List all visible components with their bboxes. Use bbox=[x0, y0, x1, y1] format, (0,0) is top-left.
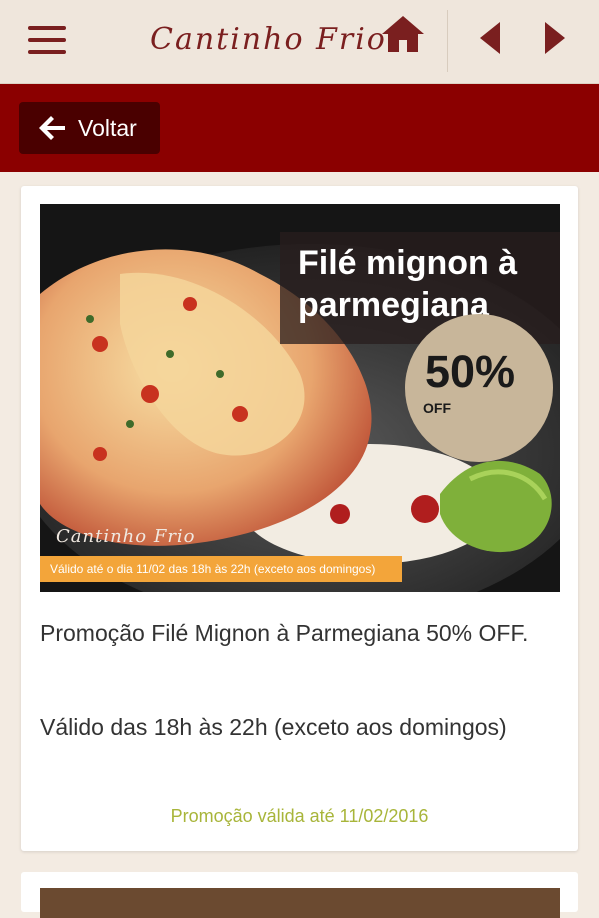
discount-suffix: OFF bbox=[423, 400, 451, 416]
discount-percent: 50% bbox=[425, 346, 516, 397]
image-watermark: Cantinho Frio bbox=[56, 526, 196, 547]
next-promo-card[interactable] bbox=[21, 872, 578, 918]
back-button[interactable]: Voltar bbox=[19, 102, 160, 154]
nav-bar: Voltar bbox=[0, 84, 599, 172]
promo-image-title: Filé mignon à parmegiana bbox=[298, 244, 518, 324]
promo-hours: Válido das 18h às 22h (exceto aos doming… bbox=[40, 714, 507, 740]
promo-expiry: Promoção válida até 11/02/2016 bbox=[170, 806, 429, 826]
arrow-left-icon bbox=[39, 116, 65, 140]
chevron-right-icon[interactable] bbox=[541, 20, 567, 56]
back-button-label: Voltar bbox=[78, 114, 137, 141]
promo-card[interactable]: Filé mignon à parmegiana 50% OFF Cantinh… bbox=[21, 186, 578, 851]
toolbar-divider bbox=[447, 10, 448, 72]
app-bar: Cantinho Frio bbox=[0, 0, 599, 84]
promo-description: Promoção Filé Mignon à Parmegiana 50% OF… bbox=[40, 620, 529, 646]
house-icon bbox=[382, 16, 424, 52]
menu-icon[interactable] bbox=[28, 26, 66, 54]
validity-strip: Válido até o dia 11/02 das 18h às 22h (e… bbox=[40, 556, 402, 582]
chevron-left-icon[interactable] bbox=[478, 20, 504, 56]
promo-image[interactable]: Filé mignon à parmegiana 50% OFF Cantinh… bbox=[40, 204, 560, 592]
next-promo-image[interactable] bbox=[40, 888, 560, 918]
discount-badge: 50% OFF bbox=[405, 314, 553, 462]
brand-logo: Cantinho Frio bbox=[150, 16, 424, 57]
